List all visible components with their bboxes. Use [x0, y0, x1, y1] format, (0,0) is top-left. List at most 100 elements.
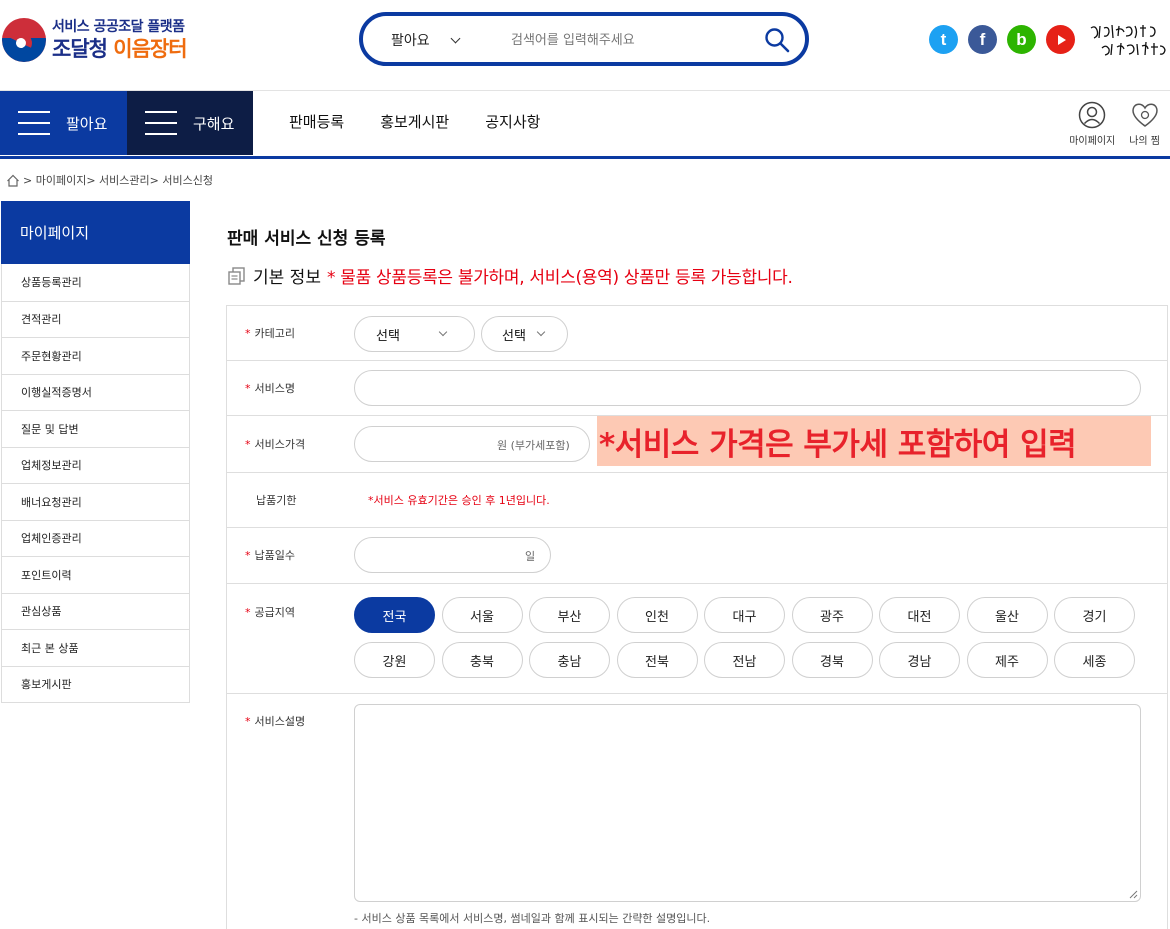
search-icon[interactable] — [763, 26, 791, 54]
region-button-gyeongbuk[interactable]: 경북 — [791, 642, 873, 678]
delivery-days-suffix: 일 — [525, 550, 536, 563]
search-category-select[interactable]: 팔아요 — [391, 30, 461, 50]
sidebar-item-company-certification[interactable]: 업체인증관리 — [2, 519, 189, 557]
required-mark: * — [245, 715, 251, 728]
header: 서비스 공공조달 플랫폼 조달청 이음장터 팔아요 t f b — [0, 0, 1170, 90]
breadcrumb-path: > 마이페이지> 서비스관리> 서비스신청 — [23, 174, 213, 187]
wishlist-button[interactable]: 나의 찜 — [1129, 101, 1160, 147]
nav-user-icons: 마이페이지 나의 찜 — [1069, 101, 1160, 147]
service-desc-help: - 서비스 상품 목록에서 서비스명, 썸네일과 함께 표시되는 간략한 설명입… — [354, 912, 711, 925]
region-button-sejong[interactable]: 세종 — [1054, 642, 1135, 678]
nav-menu: 판매등록 홍보게시판 공지사항 — [289, 111, 540, 132]
region-button-daejeon[interactable]: 대전 — [879, 597, 960, 633]
sidebar-item-order-status[interactable]: 주문현황관리 — [2, 337, 189, 374]
form-row-service-description: * 서비스설명 - 서비스 상품 목록에서 서비스명, 썸네일과 함께 표시되는 … — [227, 694, 1167, 929]
blog-icon[interactable]: b — [1007, 25, 1036, 54]
site-logo[interactable]: 서비스 공공조달 플랫폼 조달청 이음장터 — [2, 14, 188, 66]
service-registration-form: * 카테고리 선택 선택 * 서비스명 * 서비스가격 원 (부가세포함) 납품기한 … — [226, 305, 1168, 929]
region-button-jeonbuk[interactable]: 전북 — [616, 642, 698, 678]
region-button-chungnam[interactable]: 충남 — [529, 642, 610, 678]
delivery-period-label: 납품기한 — [256, 494, 297, 507]
region-button-jeonnam[interactable]: 전남 — [704, 642, 785, 678]
search-category-value: 팔아요 — [391, 33, 430, 49]
delivery-days-input[interactable] — [354, 537, 551, 573]
service-name-label-text: 서비스명 — [254, 382, 295, 395]
sidebar-item-banner-request[interactable]: 배너요청관리 — [2, 483, 189, 520]
sidebar-item-qna[interactable]: 질문 및 답변 — [2, 410, 189, 447]
region-button-incheon[interactable]: 인천 — [616, 597, 698, 633]
mypage-button[interactable]: 마이페이지 — [1069, 101, 1115, 147]
region-button-busan[interactable]: 부산 — [529, 597, 610, 633]
twitter-icon[interactable]: t — [929, 25, 958, 54]
service-price-label-text: 서비스가격 — [254, 438, 306, 451]
service-name-label: * 서비스명 — [245, 380, 295, 396]
sidebar-item-quote-management[interactable]: 견적관리 — [2, 300, 189, 338]
sidebar-item-company-info[interactable]: 업체정보관리 — [2, 446, 189, 484]
logo-title-prefix: 조달청 — [52, 37, 114, 61]
region-button-group: 전국 서울 부산 인천 대구 광주 대전 울산 경기 강원 충북 충남 전북 전… — [354, 597, 1135, 678]
logo-title: 조달청 이음장터 — [52, 37, 188, 61]
taegeuk-emblem-icon — [2, 18, 46, 62]
service-name-input[interactable] — [354, 370, 1141, 406]
service-desc-label-text: 서비스설명 — [254, 715, 306, 728]
region-button-gangwon[interactable]: 강원 — [354, 642, 435, 678]
social-links: t f b — [929, 25, 1075, 54]
delivery-days-label: * 납품일수 — [245, 547, 295, 563]
chevron-down-icon — [536, 327, 546, 337]
sidebar-item-product-management[interactable]: 상품등록관리 — [2, 264, 189, 301]
region-button-gwangju[interactable]: 광주 — [791, 597, 873, 633]
section-label: 기본 정보 — [253, 268, 321, 288]
home-icon[interactable] — [6, 174, 20, 187]
category-select-1[interactable]: 선택 — [354, 316, 475, 352]
user-circle-icon — [1078, 101, 1106, 129]
required-mark: * — [245, 382, 251, 395]
hamburger-menu-icon — [18, 111, 50, 135]
section-notice: * 물품 상품등록은 불가하며, 서비스(용역) 상품만 등록 가능합니다. — [326, 268, 793, 288]
required-mark: * — [245, 549, 251, 562]
form-row-supply-region: * 공급지역 전국 서울 부산 인천 대구 광주 대전 울산 경기 강원 충북 충… — [227, 584, 1167, 694]
document-copy-icon — [228, 266, 245, 285]
form-row-service-name: * 서비스명 — [227, 361, 1167, 416]
region-button-seoul[interactable]: 서울 — [441, 597, 523, 633]
sidebar-menu: 상품등록관리 견적관리 주문현황관리 이행실적증명서 질문 및 답변 업체정보관… — [1, 264, 190, 703]
nav-item-sales-registration[interactable]: 판매등록 — [289, 111, 344, 132]
form-row-delivery-days: * 납품일수 일 — [227, 528, 1167, 584]
breadcrumb: > 마이페이지> 서비스관리> 서비스신청 — [6, 172, 213, 188]
chevron-down-icon — [450, 33, 461, 43]
nav-item-notices[interactable]: 공지사항 — [485, 111, 540, 132]
hamburger-menu-icon — [145, 111, 177, 135]
region-button-gyeongnam[interactable]: 경남 — [879, 642, 960, 678]
service-description-textarea[interactable] — [354, 704, 1141, 902]
nav-item-promo-board[interactable]: 홍보게시판 — [380, 111, 449, 132]
blog-glyph: b — [1016, 29, 1027, 49]
slogan-calligraphy-image — [1090, 24, 1166, 56]
search-input[interactable] — [511, 30, 751, 50]
region-button-chungbuk[interactable]: 충북 — [441, 642, 523, 678]
heart-icon — [1131, 103, 1158, 127]
supply-region-label-text: 공급지역 — [254, 606, 295, 619]
sidebar-item-performance-certificate[interactable]: 이행실적증명서 — [2, 373, 189, 411]
sidebar-item-favorites[interactable]: 관심상품 — [2, 592, 189, 630]
region-button-daegu[interactable]: 대구 — [704, 597, 785, 633]
chevron-down-icon — [438, 327, 448, 337]
region-button-gyeonggi[interactable]: 경기 — [1054, 597, 1135, 633]
category-select-2[interactable]: 선택 — [481, 316, 568, 352]
resize-handle-icon[interactable] — [1128, 889, 1138, 899]
sidebar-item-point-history[interactable]: 포인트이력 — [2, 556, 189, 593]
sidebar: 마이페이지 상품등록관리 견적관리 주문현황관리 이행실적증명서 질문 및 답변… — [1, 201, 190, 703]
region-button-nationwide[interactable]: 전국 — [354, 597, 435, 633]
delivery-period-notice: *서비스 유효기간은 승인 후 1년입니다. — [368, 494, 550, 507]
nav-buy-button[interactable]: 구해요 — [127, 91, 253, 155]
facebook-icon[interactable]: f — [968, 25, 997, 54]
global-nav: 팔아요 구해요 판매등록 홍보게시판 공지사항 마이페이지 나의 찜 — [0, 91, 1170, 159]
nav-sell-label: 팔아요 — [66, 114, 108, 133]
youtube-icon[interactable] — [1046, 25, 1075, 54]
nav-sell-button[interactable]: 팔아요 — [0, 91, 127, 155]
sidebar-item-recently-viewed[interactable]: 최근 본 상품 — [2, 629, 189, 666]
category-select-1-value: 선택 — [376, 328, 400, 344]
form-row-category: * 카테고리 선택 선택 — [227, 306, 1167, 361]
sidebar-item-promo-board[interactable]: 홍보게시판 — [2, 665, 189, 703]
region-button-jeju[interactable]: 제주 — [966, 642, 1048, 678]
region-button-ulsan[interactable]: 울산 — [966, 597, 1048, 633]
sidebar-title: 마이페이지 — [1, 201, 190, 264]
